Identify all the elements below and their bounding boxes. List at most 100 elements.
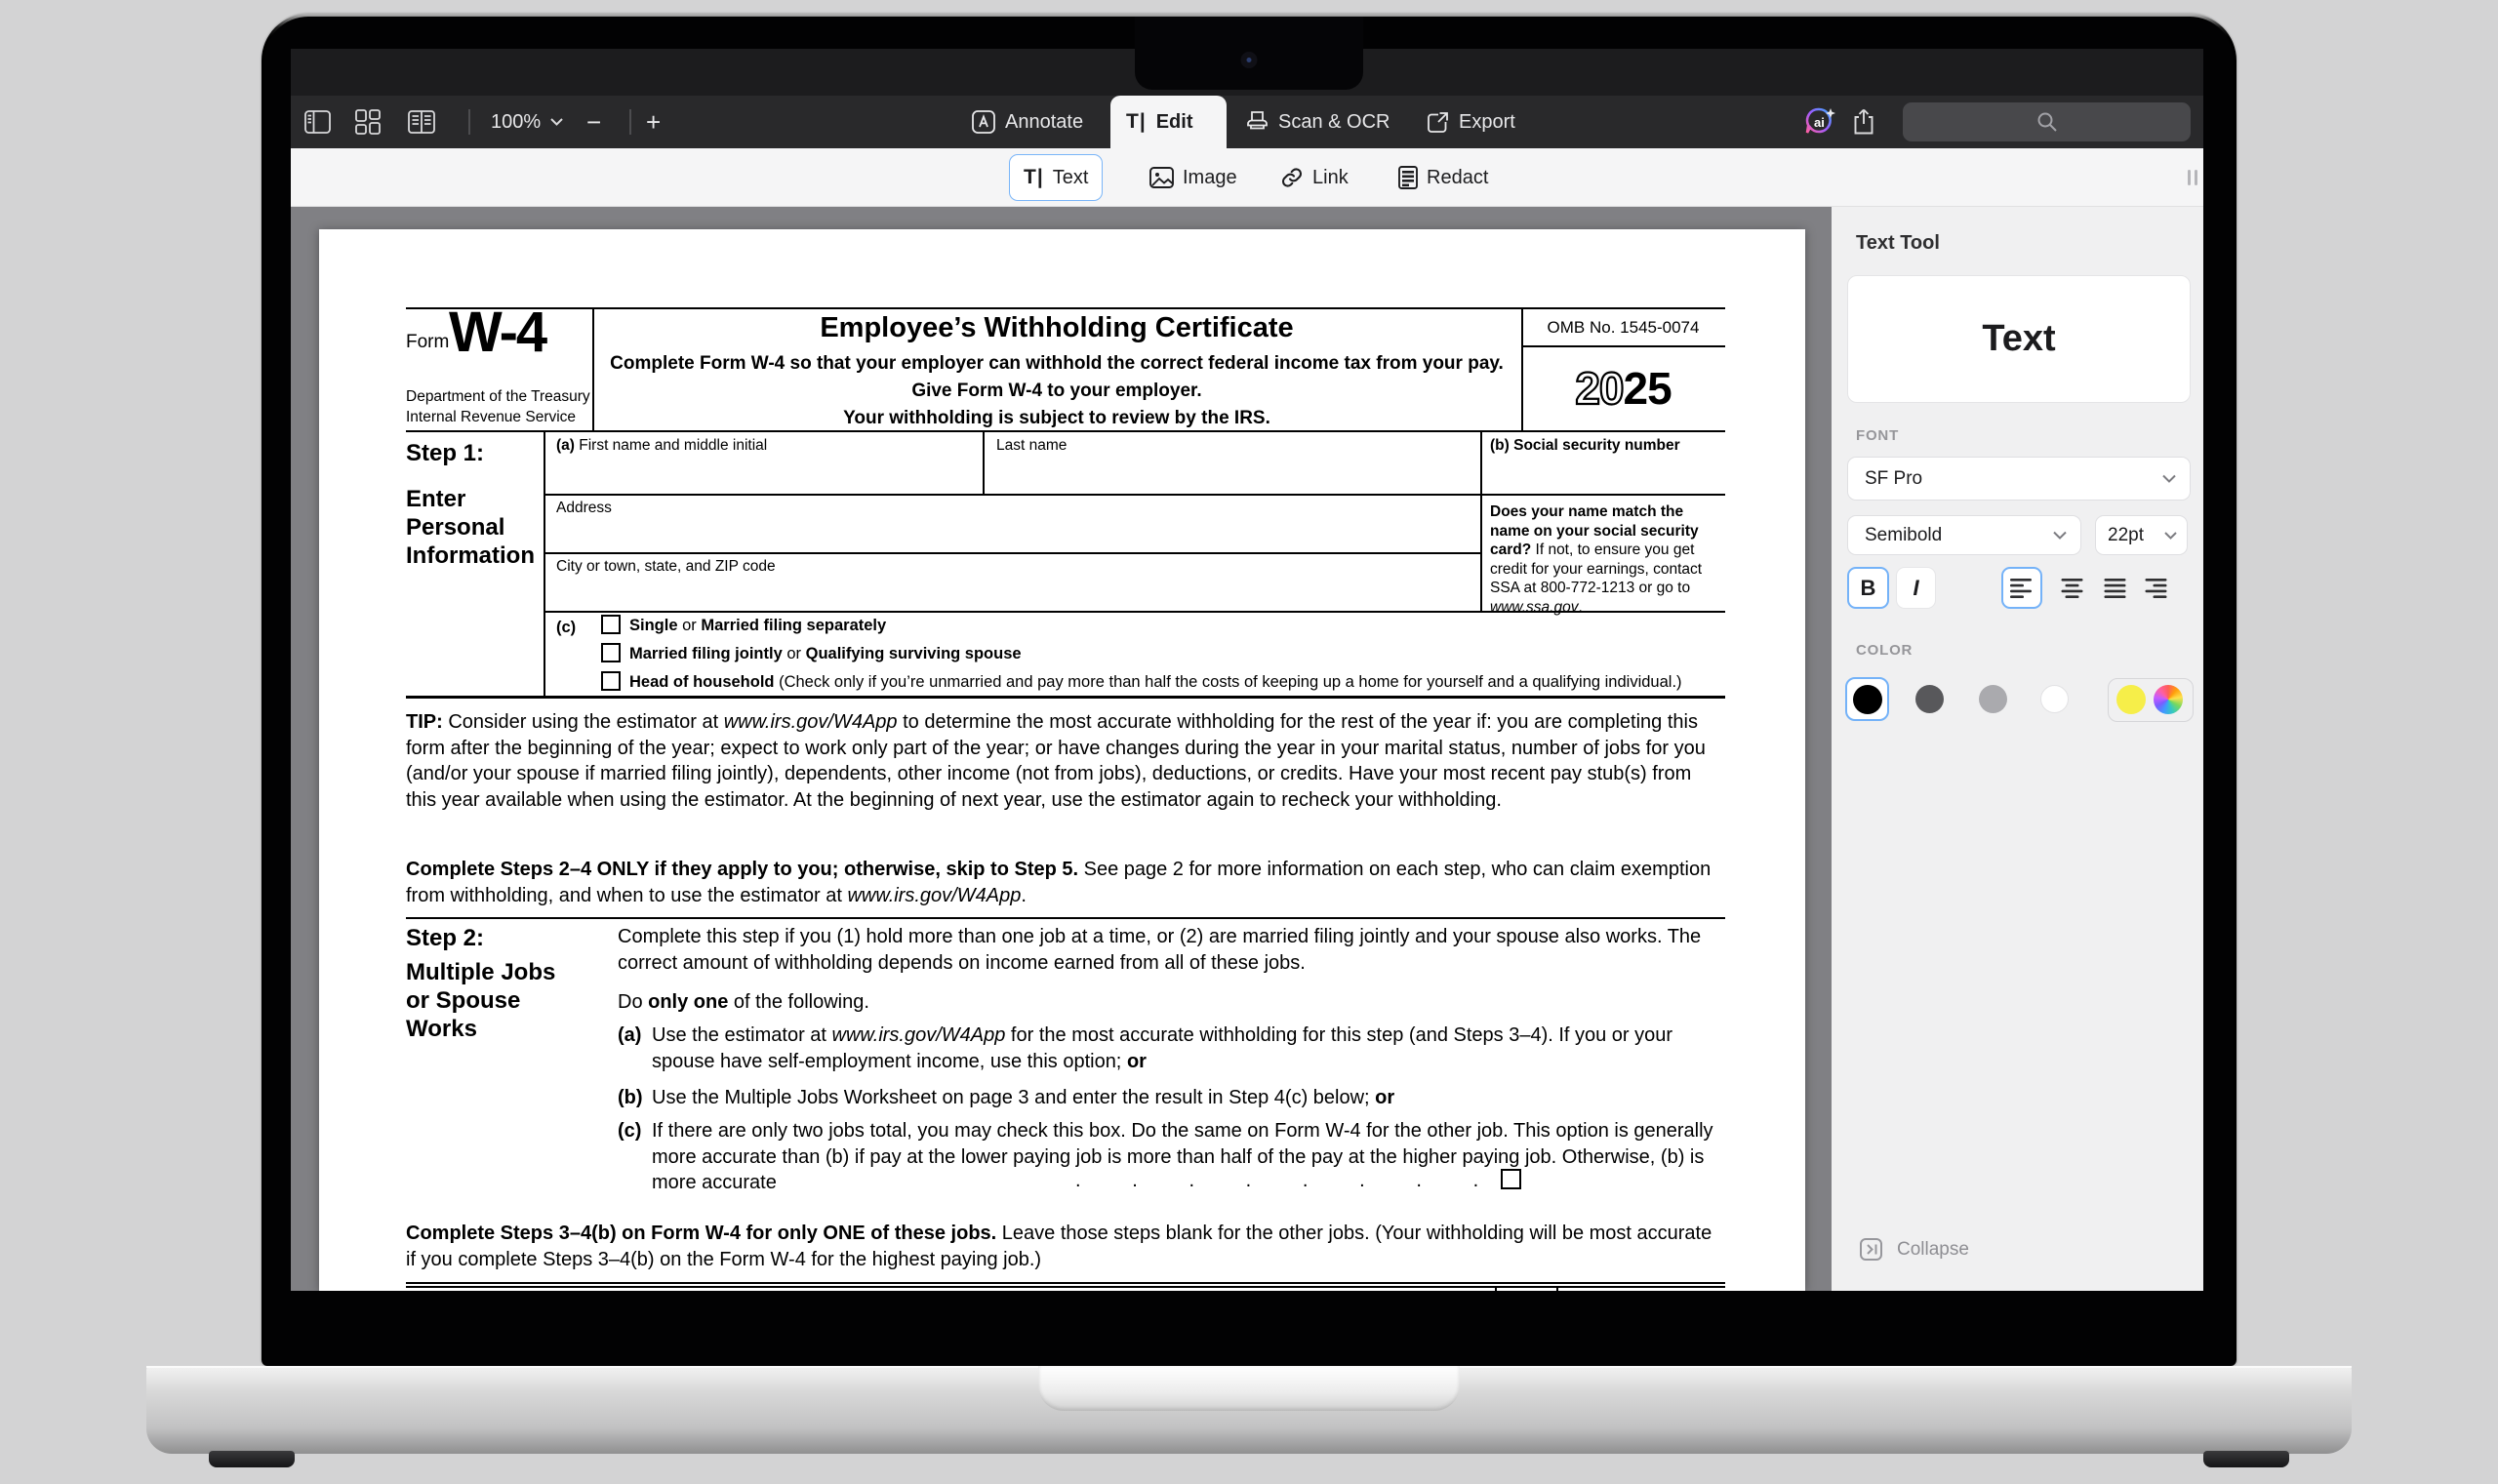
document-canvas[interactable]: Form W-4 Department of the Treasury Inte…: [291, 207, 1832, 1291]
two-page-view-button[interactable]: [408, 96, 435, 148]
rule: [1556, 1286, 1558, 1291]
year-solid: 25: [1624, 363, 1672, 414]
laptop-foot: [2203, 1451, 2289, 1467]
tool-redact-label: Redact: [1427, 167, 1488, 189]
font-size-value: 22pt: [2108, 525, 2144, 546]
extended-color-group: [2108, 678, 2194, 722]
step2-intro: Complete this step if you (1) hold more …: [618, 924, 1725, 976]
step2a-label: (a): [618, 1023, 641, 1049]
rule: [406, 1286, 1725, 1288]
toolbar-divider: [629, 109, 631, 135]
laptop-screen: 100% − +: [264, 17, 2234, 1366]
toolbar-divider: [468, 109, 470, 135]
color-black-swatch[interactable]: [1845, 677, 1889, 721]
tab-export[interactable]: Export: [1427, 96, 1515, 148]
checkbox-two-jobs[interactable]: [1501, 1169, 1521, 1189]
collapse-panel-icon: [1860, 1238, 1882, 1261]
align-justify-icon: [2103, 579, 2127, 598]
pdf-page[interactable]: Form W-4 Department of the Treasury Inte…: [319, 229, 1805, 1291]
bold-glyph: B: [1861, 576, 1876, 601]
option-head-household: Head of household (Check only if you’re …: [629, 673, 1682, 692]
align-center-button[interactable]: [2060, 579, 2084, 598]
search-input[interactable]: [1903, 102, 2191, 141]
ai-assistant-button[interactable]: ai: [1802, 96, 1837, 148]
svg-text:ai: ai: [1814, 115, 1825, 130]
font-size-select[interactable]: 22pt: [2095, 515, 2188, 555]
share-button[interactable]: [1851, 96, 1876, 148]
tab-edit-label: Edit: [1156, 111, 1193, 134]
text-style-preview[interactable]: Text: [1847, 275, 2191, 403]
color-gray-swatch[interactable]: [1979, 685, 2007, 713]
chevron-down-icon: [2053, 531, 2067, 540]
tool-redact[interactable]: Redact: [1385, 154, 1502, 201]
sidebar-panel-button[interactable]: [304, 96, 331, 148]
field-ssn-label: (b) Social security number: [1490, 437, 1680, 455]
font-weight-select[interactable]: Semibold: [1847, 515, 2081, 555]
thumbnails-grid-icon: [355, 109, 381, 135]
steps-3-4b-paragraph: Complete Steps 3–4(b) on Form W-4 for on…: [406, 1221, 1725, 1272]
tip-paragraph: TIP: Consider using the estimator at www…: [406, 709, 1725, 813]
zoom-in-button[interactable]: +: [646, 96, 661, 148]
tab-scan-ocr[interactable]: Scan & OCR: [1246, 96, 1390, 148]
color-white-swatch[interactable]: [2040, 685, 2069, 713]
font-family-select[interactable]: SF Pro: [1847, 457, 2191, 501]
step2b-text: Use the Multiple Jobs Worksheet on page …: [652, 1085, 1725, 1111]
align-right-button[interactable]: [2144, 579, 2168, 598]
align-justify-button[interactable]: [2103, 579, 2127, 598]
field-city-label: City or town, state, and ZIP code: [556, 558, 776, 576]
collapse-sidebar-button[interactable]: Collapse: [1860, 1238, 1969, 1261]
tool-text-label: Text: [1053, 167, 1089, 189]
omb-number: OMB No. 1545-0074: [1521, 318, 1725, 338]
dept-line2: Internal Revenue Service: [406, 409, 576, 426]
thumbnails-view-button[interactable]: [355, 96, 381, 148]
year-outline: 20: [1575, 363, 1623, 414]
checkbox-single[interactable]: [601, 615, 621, 634]
zoom-level-dropdown[interactable]: 100%: [491, 96, 563, 148]
step2-label: Step 2:: [406, 924, 484, 953]
rule: [544, 552, 1480, 554]
option-single: Single or Married filing separately: [629, 617, 886, 635]
tab-annotate[interactable]: Annotate: [972, 96, 1083, 148]
search-icon: [2036, 111, 2058, 133]
tab-edit[interactable]: T| Edit: [1126, 96, 1192, 148]
checkbox-head-household[interactable]: [601, 671, 621, 691]
annotate-icon: [972, 110, 995, 134]
edit-text-icon: T|: [1126, 110, 1147, 134]
pdf-app-window: 100% − +: [291, 49, 2203, 1291]
checkbox-married-jointly[interactable]: [601, 643, 621, 662]
webcam-icon: [1241, 52, 1258, 68]
color-wheel-picker[interactable]: [2154, 685, 2183, 714]
link-icon: [1280, 166, 1304, 189]
form-word: Form: [406, 332, 449, 353]
tool-image[interactable]: Image: [1136, 154, 1251, 201]
ssa-note: Does your name match the name on your so…: [1490, 502, 1725, 617]
font-weight-value: Semibold: [1865, 525, 1942, 546]
rule: [544, 430, 545, 698]
chevron-down-icon: [550, 118, 563, 126]
plus-icon: +: [646, 107, 661, 138]
main-area: Form W-4 Department of the Treasury Inte…: [291, 207, 2203, 1291]
italic-button[interactable]: I: [1896, 567, 1936, 609]
chevron-down-icon: [2164, 532, 2177, 540]
tool-link[interactable]: Link: [1267, 154, 1362, 201]
align-left-icon: [2010, 579, 2034, 598]
chevron-down-icon: [2162, 474, 2176, 483]
step1-label: Step 1:: [406, 439, 484, 468]
color-yellow-swatch[interactable]: [2116, 685, 2146, 714]
zoom-out-button[interactable]: −: [586, 96, 601, 148]
pane-resize-handle[interactable]: [2188, 170, 2197, 185]
step2-do-line: Do only one of the following.: [618, 989, 869, 1016]
tool-text[interactable]: T| Text: [1009, 154, 1103, 201]
step1-sub3: Information: [406, 541, 535, 571]
field-last-name-label: Last name: [996, 437, 1067, 455]
bold-button[interactable]: B: [1847, 567, 1889, 609]
color-dark-gray-swatch[interactable]: [1915, 685, 1944, 713]
share-icon: [1851, 108, 1876, 136]
align-left-button[interactable]: [2001, 567, 2042, 609]
rule: [983, 430, 985, 494]
align-right-icon: [2144, 579, 2168, 598]
laptop-base: [146, 1366, 2352, 1454]
font-family-value: SF Pro: [1865, 468, 1922, 490]
font-section-label: FONT: [1856, 427, 1899, 444]
step2-sub2: or Spouse: [406, 986, 520, 1016]
